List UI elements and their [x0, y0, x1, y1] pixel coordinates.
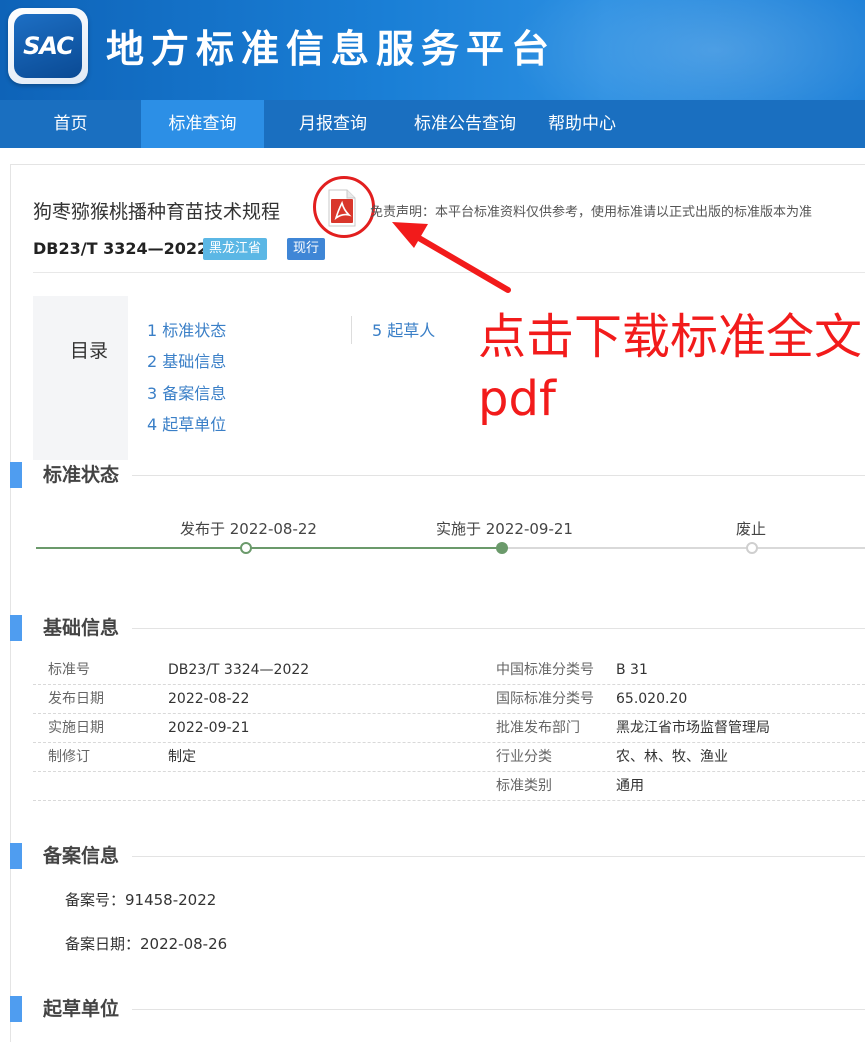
status-badge: 现行	[287, 238, 326, 260]
timeline-published-label: 发布于 2022-08-22	[180, 520, 317, 538]
standard-code: DB23/T 3324—2022	[33, 239, 209, 258]
info-value: 通用	[616, 778, 644, 794]
section-drafting-unit-header: 起草单位	[10, 996, 865, 1022]
info-key: 实施日期	[48, 720, 104, 736]
toc-item-basic[interactable]: 2 基础信息	[147, 348, 226, 372]
info-value: 2022-08-22	[168, 691, 250, 707]
section-record-header: 备案信息	[10, 843, 865, 869]
info-key: 标准号	[48, 662, 90, 678]
info-value: 65.020.20	[616, 691, 688, 707]
logo-badge: SAC	[14, 14, 82, 78]
info-key: 中国标准分类号	[496, 662, 594, 678]
nav-monthly-report[interactable]: 月报查询	[264, 100, 402, 148]
site-title: 地方标准信息服务平台	[106, 27, 557, 71]
info-value: B 31	[616, 662, 648, 678]
info-row: 标准类别 通用	[33, 772, 865, 801]
section-line	[132, 856, 865, 857]
section-title: 基础信息	[43, 617, 120, 639]
info-key: 国际标准分类号	[496, 691, 594, 707]
toc-separator	[351, 316, 352, 344]
section-title: 备案信息	[43, 845, 120, 867]
info-value: 2022-09-21	[168, 720, 250, 736]
info-key: 行业分类	[496, 749, 552, 765]
record-date: 备案日期：2022-08-26	[65, 935, 228, 953]
toc-item-drafting-unit[interactable]: 4 起草单位	[147, 411, 226, 435]
timeline-progress-line	[36, 547, 502, 549]
info-key: 制修订	[48, 749, 90, 765]
toc-item-status[interactable]: 1 标准状态	[147, 317, 226, 341]
info-key: 发布日期	[48, 691, 104, 707]
section-accent-bar	[10, 615, 22, 641]
timeline-implemented-dot	[496, 542, 508, 554]
section-line	[132, 628, 865, 629]
info-value: DB23/T 3324—2022	[168, 662, 310, 678]
info-value: 制定	[168, 749, 196, 765]
nav-help-center[interactable]: 帮助中心	[528, 100, 636, 148]
toc-label: 目录	[70, 340, 109, 362]
section-accent-bar	[10, 462, 22, 488]
info-row: 发布日期 2022-08-22 国际标准分类号 65.020.20	[33, 685, 865, 714]
disclaimer-text: 免责声明：本平台标准资料仅供参考，使用标准请以正式出版的标准版本为准	[370, 205, 813, 220]
section-title: 标准状态	[43, 464, 120, 486]
logo-text: SAC	[23, 32, 74, 60]
timeline-abolished-label: 废止	[736, 520, 767, 538]
sac-logo[interactable]: SAC	[8, 8, 88, 84]
nav-home[interactable]: 首页	[0, 100, 141, 148]
info-key: 批准发布部门	[496, 720, 580, 736]
timeline-remaining-line	[502, 547, 865, 549]
toc-item-drafter[interactable]: 5 起草人	[372, 317, 435, 341]
info-value: 农、林、牧、渔业	[616, 749, 728, 765]
info-key: 标准类别	[496, 778, 552, 794]
standard-title: 狗枣猕猴桃播种育苗技术规程	[33, 201, 281, 223]
site-header: SAC 地方标准信息服务平台	[0, 0, 865, 100]
nav-announcement-query[interactable]: 标准公告查询	[402, 100, 528, 148]
section-title: 起草单位	[43, 998, 120, 1020]
info-row: 制修订 制定 行业分类 农、林、牧、渔业	[33, 743, 865, 772]
timeline-implemented-label: 实施于 2022-09-21	[436, 520, 573, 538]
nav-standard-query[interactable]: 标准查询	[141, 100, 264, 148]
timeline-published-dot	[240, 542, 252, 554]
main-nav: 首页 标准查询 月报查询 标准公告查询 帮助中心	[0, 100, 865, 148]
section-line	[132, 475, 865, 476]
pdf-highlight-circle	[313, 176, 375, 238]
toc-box	[33, 296, 128, 460]
info-value: 黑龙江省市场监督管理局	[616, 720, 770, 736]
section-accent-bar	[10, 996, 22, 1022]
section-line	[132, 1009, 865, 1010]
info-row: 标准号 DB23/T 3324—2022 中国标准分类号 B 31	[33, 656, 865, 685]
section-basic-header: 基础信息	[10, 615, 865, 641]
timeline-abolished-dot	[746, 542, 758, 554]
section-accent-bar	[10, 843, 22, 869]
annotation-text: 点击下载标准全文pdf	[478, 309, 863, 427]
province-badge: 黑龙江省	[203, 238, 268, 260]
section-status-header: 标准状态	[10, 462, 865, 488]
record-number: 备案号：91458-2022	[65, 891, 217, 909]
info-row: 实施日期 2022-09-21 批准发布部门 黑龙江省市场监督管理局	[33, 714, 865, 743]
content-panel	[10, 164, 865, 1042]
toc-item-record[interactable]: 3 备案信息	[147, 380, 226, 404]
title-divider	[33, 272, 865, 273]
